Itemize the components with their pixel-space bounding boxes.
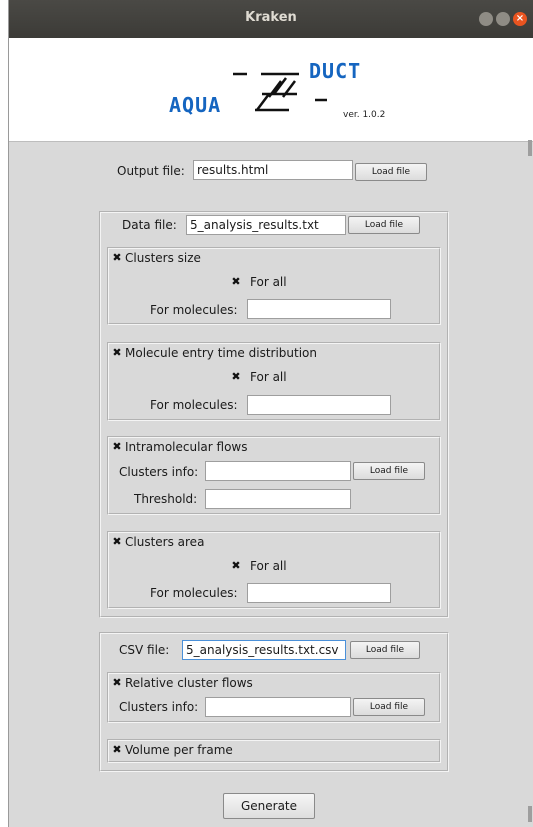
clusters-size-molecules-input[interactable]	[247, 299, 391, 319]
window-title: Kraken	[245, 10, 297, 25]
data-file-input[interactable]: 5_analysis_results.txt	[186, 215, 346, 235]
data-load-file-button[interactable]: Load file	[348, 216, 420, 234]
logo-aqua-text: AQUA	[169, 93, 221, 117]
intramolecular-clusters-info-label: Clusters info:	[119, 465, 199, 479]
entry-time-for-molecules-label: For molecules:	[150, 398, 238, 412]
data-file-label: Data file:	[122, 218, 177, 232]
scrollbar-top[interactable]	[528, 140, 532, 156]
app-window: Kraken × DUCT AQUA ver. 1.0.2 Output fil…	[8, 0, 533, 827]
csv-load-file-button[interactable]: Load file	[350, 641, 420, 659]
relative-clusters-info-label: Clusters info:	[119, 700, 199, 714]
clusters-size-for-all-checkbox[interactable]: ✖	[231, 276, 241, 287]
csv-file-input[interactable]: 5_analysis_results.txt.csv	[182, 640, 346, 660]
entry-time-for-all-label: For all	[250, 370, 287, 384]
entry-time-for-all-checkbox[interactable]: ✖	[231, 371, 241, 382]
relative-flows-checkbox[interactable]: ✖	[112, 677, 122, 688]
logo-banner: DUCT AQUA ver. 1.0.2	[9, 38, 533, 142]
clusters-size-checkbox[interactable]: ✖	[112, 252, 122, 263]
intramolecular-load-file-button[interactable]: Load file	[353, 462, 425, 480]
relative-clusters-info-input[interactable]	[205, 697, 351, 717]
intramolecular-clusters-info-input[interactable]	[205, 461, 351, 481]
intramolecular-flows-title: Intramolecular flows	[125, 440, 248, 454]
relative-flows-title: Relative cluster flows	[125, 676, 253, 690]
version-label: ver. 1.0.2	[343, 110, 386, 120]
clusters-area-for-all-checkbox[interactable]: ✖	[231, 560, 241, 571]
close-button[interactable]: ×	[513, 12, 527, 26]
clusters-area-for-molecules-label: For molecules:	[150, 586, 238, 600]
clusters-area-molecules-input[interactable]	[247, 583, 391, 603]
volume-per-frame-checkbox[interactable]: ✖	[112, 744, 122, 755]
csv-file-label: CSV file:	[119, 643, 170, 657]
output-load-file-button[interactable]: Load file	[355, 163, 427, 181]
relative-load-file-button[interactable]: Load file	[353, 698, 425, 716]
clusters-size-title: Clusters size	[125, 251, 201, 265]
generate-button[interactable]: Generate	[223, 793, 315, 819]
output-file-input[interactable]: results.html	[193, 160, 353, 180]
intramolecular-flows-checkbox[interactable]: ✖	[112, 441, 122, 452]
minimize-button[interactable]	[479, 12, 493, 26]
scrollbar-bottom[interactable]	[528, 806, 532, 822]
clusters-size-for-molecules-label: For molecules:	[150, 303, 238, 317]
threshold-label: Threshold:	[134, 492, 198, 506]
entry-time-checkbox[interactable]: ✖	[112, 347, 122, 358]
title-bar[interactable]: Kraken ×	[9, 0, 533, 38]
clusters-size-for-all-label: For all	[250, 275, 287, 289]
output-file-label: Output file:	[117, 164, 185, 178]
volume-per-frame-title: Volume per frame	[125, 743, 233, 757]
logo-duct-text: DUCT	[309, 59, 361, 83]
maximize-button[interactable]	[496, 12, 510, 26]
clusters-area-for-all-label: For all	[250, 559, 287, 573]
threshold-input[interactable]	[205, 489, 351, 509]
entry-time-molecules-input[interactable]	[247, 395, 391, 415]
clusters-area-checkbox[interactable]: ✖	[112, 536, 122, 547]
entry-time-title: Molecule entry time distribution	[125, 346, 317, 360]
clusters-area-title: Clusters area	[125, 535, 205, 549]
